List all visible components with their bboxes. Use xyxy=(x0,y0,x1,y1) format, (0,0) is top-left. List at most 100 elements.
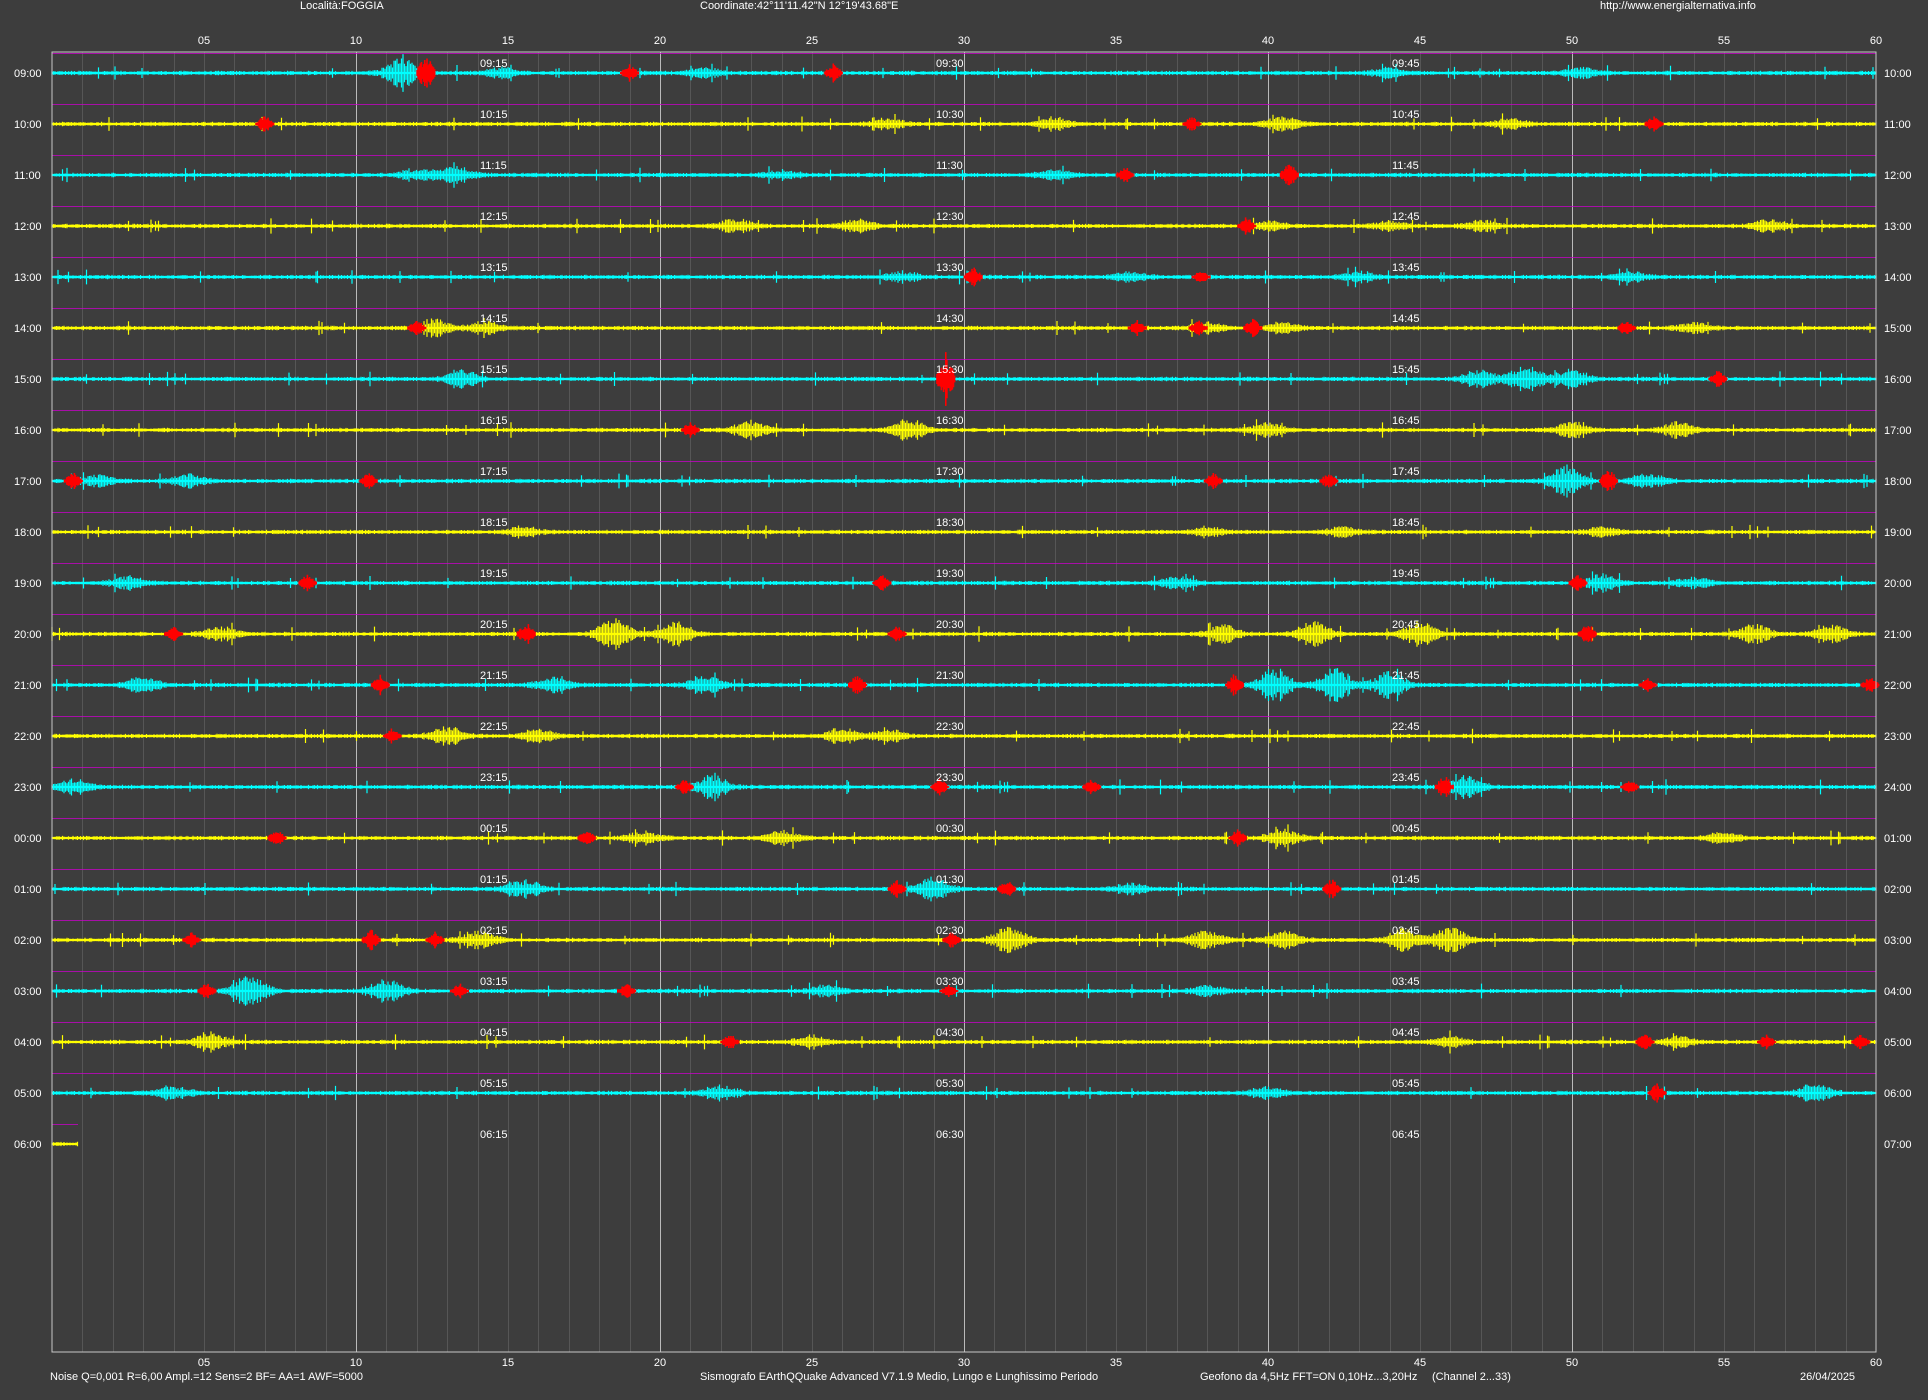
quarter-hour-label: 23:45 xyxy=(1392,772,1420,784)
quarter-hour-label: 06:30 xyxy=(936,1129,964,1141)
row-start-time: 21:00 xyxy=(14,680,42,692)
quarter-hour-label: 12:15 xyxy=(480,211,508,223)
seismic-event-marker-core xyxy=(583,834,592,842)
row-end-time: 03:00 xyxy=(1884,935,1912,947)
x-tick-label: 05 xyxy=(198,35,210,47)
quarter-hour-label: 05:15 xyxy=(480,1078,508,1090)
seismic-event-marker-core xyxy=(893,630,902,638)
row-start-time: 12:00 xyxy=(14,221,42,233)
seismic-event-marker-core xyxy=(1087,783,1096,791)
x-tick-label: 20 xyxy=(654,35,666,47)
row-start-time: 03:00 xyxy=(14,986,42,998)
seismic-event-marker-core xyxy=(725,1038,734,1046)
quarter-hour-label: 13:45 xyxy=(1392,262,1420,274)
quarter-hour-label: 17:30 xyxy=(936,466,964,478)
quarter-hour-label: 04:30 xyxy=(936,1027,964,1039)
quarter-hour-label: 11:30 xyxy=(936,160,963,172)
row-start-time: 19:00 xyxy=(14,578,42,590)
quarter-hour-label: 18:15 xyxy=(480,517,508,529)
row-end-time: 16:00 xyxy=(1884,374,1912,386)
quarter-hour-label: 20:30 xyxy=(936,619,964,631)
row-end-time: 21:00 xyxy=(1884,629,1912,641)
quarter-hour-label: 21:45 xyxy=(1392,670,1420,682)
quarter-hour-label: 10:45 xyxy=(1392,109,1420,121)
row-end-time: 20:00 xyxy=(1884,578,1912,590)
row-start-time: 22:00 xyxy=(14,731,42,743)
row-start-time: 13:00 xyxy=(14,272,42,284)
seismic-event-marker-core xyxy=(1248,324,1257,332)
seismogram-chart: 09:00 10:00 09:15 09:30 09:45 10:00 11:00 10:15… xyxy=(14,35,1912,1369)
x-tick-label: 45 xyxy=(1414,1357,1426,1369)
seismic-event-marker-core xyxy=(364,477,373,485)
seismic-event-marker-core xyxy=(947,936,956,944)
seismic-event-marker-core xyxy=(367,936,376,944)
quarter-hour-label: 09:30 xyxy=(936,58,964,70)
seismic-event-marker-core xyxy=(680,783,689,791)
seismic-event-marker-core xyxy=(1713,375,1722,383)
x-tick-label: 55 xyxy=(1718,35,1730,47)
quarter-hour-label: 14:45 xyxy=(1392,313,1420,325)
row-end-time: 14:00 xyxy=(1884,272,1912,284)
seismic-event-marker-core xyxy=(169,630,178,638)
quarter-hour-label: 14:30 xyxy=(936,313,964,325)
seismic-event-marker-core xyxy=(1188,120,1196,128)
quarter-hour-label: 19:45 xyxy=(1392,568,1420,580)
row-start-time: 17:00 xyxy=(14,476,42,488)
x-tick-label: 50 xyxy=(1566,35,1578,47)
row-end-time: 10:00 xyxy=(1884,68,1912,80)
row-end-time: 06:00 xyxy=(1884,1088,1912,1100)
row-end-time: 05:00 xyxy=(1884,1037,1912,1049)
seismic-event-marker-core xyxy=(853,681,862,689)
x-tick-label: 60 xyxy=(1870,35,1882,47)
quarter-hour-label: 00:45 xyxy=(1392,823,1420,835)
quarter-hour-label: 17:45 xyxy=(1392,466,1420,478)
quarter-hour-label: 10:15 xyxy=(480,109,508,121)
quarter-hour-label: 22:30 xyxy=(936,721,964,733)
seismic-event-marker-core xyxy=(421,69,430,77)
seismic-event-marker-core xyxy=(431,936,440,944)
sensor-label: Geofono da 4,5Hz FFT=ON 0,10Hz...3,20Hz xyxy=(1200,1371,1418,1383)
seismic-event-marker-core xyxy=(1653,1089,1662,1097)
row-end-time: 19:00 xyxy=(1884,527,1912,539)
quarter-hour-label: 01:45 xyxy=(1392,874,1420,886)
x-tick-label: 30 xyxy=(958,35,970,47)
seismic-event-marker-core xyxy=(1002,885,1011,893)
x-tick-label: 35 xyxy=(1110,35,1122,47)
seismic-event-marker-core xyxy=(1230,681,1239,689)
quarter-hour-label: 13:30 xyxy=(936,262,964,274)
quarter-hour-label: 00:30 xyxy=(936,823,964,835)
quarter-hour-label: 23:30 xyxy=(936,772,964,784)
row-end-time: 07:00 xyxy=(1884,1139,1912,1151)
seismic-event-marker-core xyxy=(1650,120,1659,128)
seismic-event-marker-core xyxy=(969,273,978,281)
seismic-event-marker-core xyxy=(935,783,944,791)
x-tick-label: 30 xyxy=(958,1357,970,1369)
x-tick-label: 10 xyxy=(350,1357,362,1369)
x-tick-label: 25 xyxy=(806,35,818,47)
quarter-hour-label: 06:15 xyxy=(480,1129,508,1141)
seismic-event-marker-core xyxy=(455,987,464,995)
quarter-hour-label: 12:45 xyxy=(1392,211,1420,223)
quarter-hour-label: 01:30 xyxy=(936,874,964,886)
row-end-time: 23:00 xyxy=(1884,731,1912,743)
quarter-hour-label: 03:30 xyxy=(936,976,964,988)
seismic-event-marker-core xyxy=(877,579,886,587)
x-tick-label: 05 xyxy=(198,1357,210,1369)
x-tick-label: 20 xyxy=(654,1357,666,1369)
x-tick-label: 35 xyxy=(1110,1357,1122,1369)
seismic-event-marker-core xyxy=(622,987,631,995)
row-start-time: 01:00 xyxy=(14,884,42,896)
seismic-event-marker-core xyxy=(412,324,421,332)
seismic-event-marker-core xyxy=(893,885,902,893)
quarter-hour-label: 19:30 xyxy=(936,568,964,580)
x-tick-label: 50 xyxy=(1566,1357,1578,1369)
date-label: 26/04/2025 xyxy=(1800,1371,1856,1383)
quarter-hour-label: 02:45 xyxy=(1392,925,1420,937)
seismograph-display: Località:FOGGIA Coordinate:42°11'11.42"N… xyxy=(0,0,1928,1400)
seismic-event-marker-core xyxy=(1625,783,1634,791)
x-tick-label: 10 xyxy=(350,35,362,47)
seismic-event-marker-core xyxy=(1762,1038,1771,1046)
quarter-hour-label: 16:30 xyxy=(936,415,964,427)
seismic-event-marker-core xyxy=(1121,171,1130,179)
row-end-time: 18:00 xyxy=(1884,476,1912,488)
